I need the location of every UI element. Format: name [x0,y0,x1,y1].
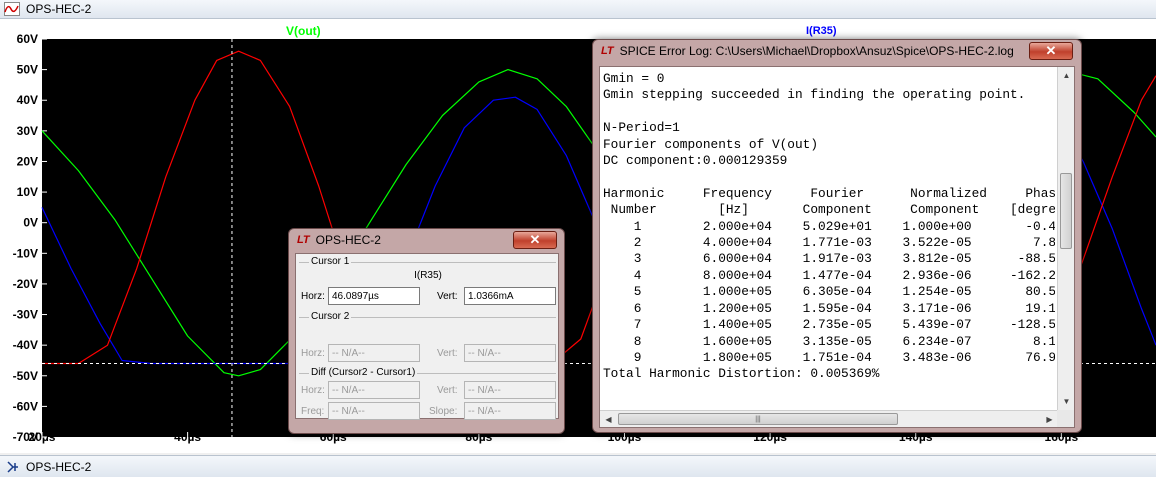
log-window-titlebar[interactable]: LT SPICE Error Log: C:\Users\Michael\Dro… [593,40,1081,62]
plot-window-title: OPS-HEC-2 [26,2,92,16]
cursor-dialog[interactable]: LT OPS-HEC-2 ✕ Cursor 1 I(R35) Horz: Ver… [288,228,565,434]
thd-line: Total Harmonic Distortion: 0.005369% [603,366,880,382]
diff-vert-label: Vert: [437,385,458,396]
diff-horz-field [328,381,420,399]
log-line: N-Period=1 [603,120,680,136]
schematic-window-title: OPS-HEC-2 [26,459,92,474]
cursor1-horz-field[interactable] [328,287,420,305]
y-tick-label: 40V [17,93,38,107]
cursor1-trace-name: I(R35) [414,270,442,281]
cursor2-group-label: Cursor 2 [309,311,352,322]
cursor1-vert-label: Vert: [437,291,458,302]
diff-group-label: Diff (Cursor2 - Cursor1) [309,367,418,378]
desktop: OPS-HEC-2 60V 50V 40V 30V 20V 10V 0V -10V -20V -3… [0,0,1156,477]
log-line: DC component:0.000129359 [603,153,788,169]
fourier-row: 3 6.000e+04 1.917e-03 3.812e-05 -88.55° [603,251,1055,267]
diff-freq-label: Freq: [301,406,325,417]
log-line: Gmin = 0 [603,71,665,86]
y-tick-label: -10V [13,246,38,260]
cursor-dialog-title: OPS-HEC-2 [315,233,381,247]
schematic-icon [7,460,18,473]
cursor2-group: Cursor 2 [299,311,556,322]
fourier-header: Number [Hz] Component Component [degree] [603,202,1055,218]
log-horizontal-scrollbar[interactable]: ◀ ||| ▶ [600,410,1058,427]
fourier-row: 9 1.800e+05 1.751e-04 3.483e-06 76.97° [603,349,1055,365]
ltspice-logo-icon: LT [297,234,310,246]
scroll-down-icon[interactable]: ▼ [1058,393,1074,410]
scroll-up-icon[interactable]: ▲ [1058,67,1074,84]
cursor2-vert-field [464,344,556,362]
diff-freq-field [328,402,420,420]
log-line: Fourier components of V(out) [603,136,819,152]
cursor2-horz-field [328,344,420,362]
cursor2-vert-label: Vert: [437,348,458,359]
log-text-area[interactable]: Gmin = 0 Gmin stepping succeeded in findi… [599,66,1075,428]
plot-window-titlebar[interactable]: OPS-HEC-2 [0,0,1156,19]
log-horizontal-scroll-thumb[interactable]: ||| [618,413,898,425]
diff-horz-label: Horz: [301,385,325,396]
trace-label-vout[interactable]: V(out) [286,24,321,38]
diff-slope-field [464,402,556,420]
cursor1-horz-label: Horz: [301,291,325,302]
y-tick-label: -40V [13,338,38,352]
spice-error-log-window[interactable]: LT SPICE Error Log: C:\Users\Michael\Dro… [592,39,1082,433]
fourier-row: 2 4.000e+04 1.771e-03 3.522e-05 7.86° [603,235,1055,251]
scrollbar-corner [1057,410,1074,427]
y-tick-label: 30V [17,124,38,138]
fourier-row: 8 1.600e+05 3.135e-05 6.234e-07 8.17° [603,333,1055,349]
fourier-row: 7 1.400e+05 2.735e-05 5.439e-07 -128.53° [603,317,1055,333]
y-tick-label: -30V [13,308,38,322]
cursor1-group-label: Cursor 1 [309,256,352,267]
diff-slope-label: Slope: [429,406,458,417]
y-tick-label: -60V [13,399,38,413]
cursor1-vert-field[interactable] [464,287,556,305]
cursor-dialog-body: Cursor 1 I(R35) Horz: Vert: Cursor 2 Hor… [295,253,559,420]
log-window-title: SPICE Error Log: C:\Users\Michael\Dropbo… [619,44,1014,58]
diff-group: Diff (Cursor2 - Cursor1) [299,367,556,378]
cursor2-horz-label: Horz: [301,348,325,359]
log-window-close-button[interactable]: ✕ [1029,42,1073,60]
fourier-row: 4 8.000e+04 1.477e-04 2.936e-06 -162.26° [603,267,1055,283]
y-tick-label: -20V [13,277,38,291]
waveform-icon [4,2,20,16]
log-content: Gmin = 0 Gmin stepping succeeded in findi… [603,71,1055,383]
fourier-row: 1 2.000e+04 5.029e+01 1.000e+00 -0.46° [603,218,1055,234]
fourier-header: Harmonic Frequency Fourier Normalized Ph… [603,185,1055,201]
scroll-right-icon[interactable]: ▶ [1041,411,1058,427]
schematic-window-titlebar[interactable]: OPS-HEC-2 [0,455,1156,477]
y-tick-label: 0V [23,216,38,230]
fourier-row: 5 1.000e+05 6.305e-04 1.254e-05 80.57° [603,284,1055,300]
log-line: Gmin stepping succeeded in finding the o… [603,87,1026,103]
y-tick-label: 20V [17,154,38,168]
log-vertical-scroll-thumb[interactable] [1060,173,1072,249]
log-vertical-scrollbar[interactable]: ▲ ▼ [1057,67,1074,410]
scroll-left-icon[interactable]: ◀ [600,411,617,427]
y-tick-label: 60V [17,32,38,46]
cursor1-group: Cursor 1 [299,256,556,267]
y-tick-label: -50V [13,369,38,383]
fourier-row: 6 1.200e+05 1.595e-04 3.171e-06 19.16° [603,300,1055,316]
y-tick-label: 50V [17,63,38,77]
trace-label-ir35[interactable]: I(R35) [806,25,837,37]
y-tick-label: 10V [17,185,38,199]
cursor-dialog-close-button[interactable]: ✕ [513,231,557,249]
diff-vert-field [464,381,556,399]
ltspice-logo-icon: LT [601,45,614,57]
